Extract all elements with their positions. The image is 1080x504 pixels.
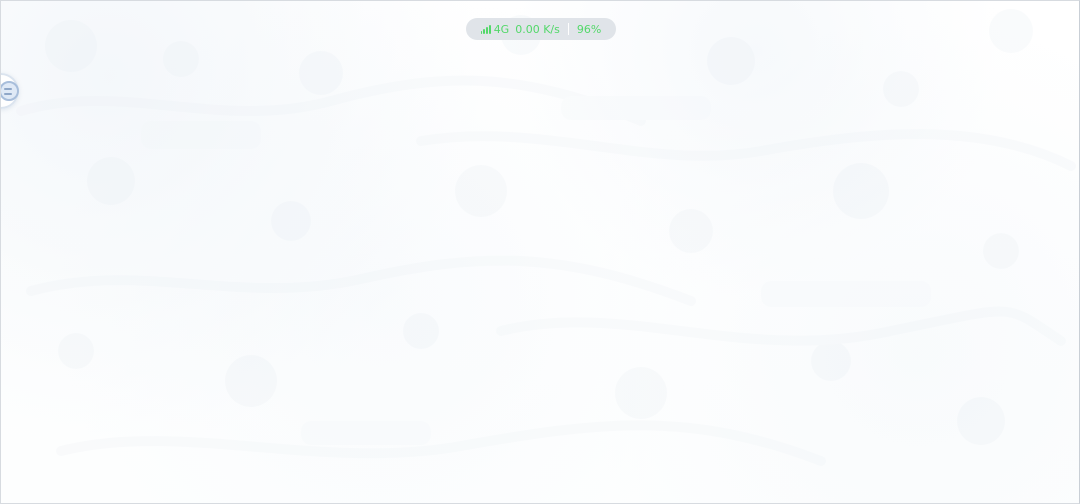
side-handle-icon	[1, 81, 19, 101]
status-divider	[567, 23, 569, 35]
battery-label: 96%	[576, 22, 602, 36]
faded-background-art	[16, 9, 1076, 466]
edge-handle-button[interactable]	[1, 73, 19, 109]
signal-icon	[480, 24, 491, 34]
network-label: 4G	[493, 22, 510, 36]
status-pill: 4G 0.00 K/s 96%	[466, 18, 616, 40]
network-status: 4G	[480, 22, 510, 36]
screen: 4G 0.00 K/s 96%	[0, 0, 1080, 504]
speed-label: 0.00 K/s	[515, 22, 560, 36]
